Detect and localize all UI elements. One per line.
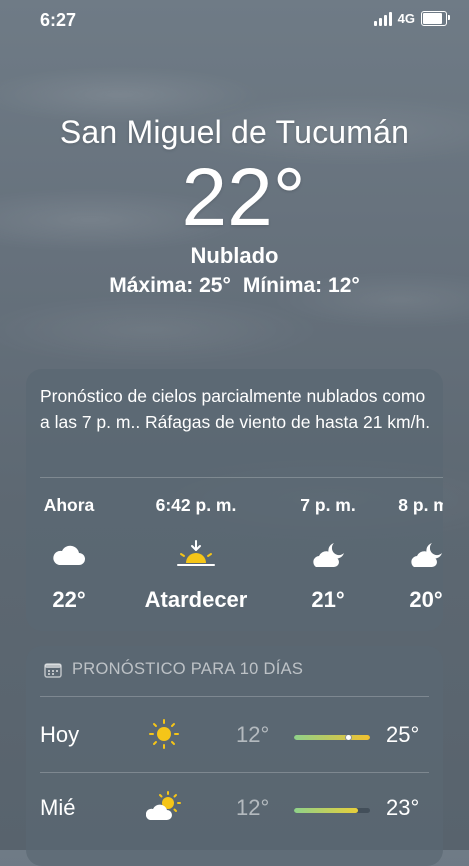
hour-temp: 22° xyxy=(52,587,86,612)
daily-header-label: PRONÓSTICO PARA 10 DÍAS xyxy=(72,660,304,678)
calendar-icon xyxy=(44,662,62,678)
battery-fill xyxy=(423,13,442,24)
temp-range-fill xyxy=(294,735,370,740)
day-low: 12° xyxy=(236,722,270,747)
hour-item[interactable]: 6:42 p. m. Atardecer xyxy=(134,495,258,613)
hour-item[interactable]: 8 p. m. 20° xyxy=(390,495,443,613)
sun-icon xyxy=(149,719,179,749)
signal-icon xyxy=(373,11,392,26)
hour-label: 6:42 p. m. xyxy=(155,495,237,515)
hour-temp: Atardecer xyxy=(144,587,248,612)
day-name: Mié xyxy=(40,795,76,820)
high-low: Máxima: 25° Mínima: 12° xyxy=(0,272,469,300)
daily-header: PRONÓSTICO PARA 10 DÍAS xyxy=(44,660,303,679)
hour-label: Ahora xyxy=(43,495,95,515)
cloud-icon xyxy=(53,545,85,565)
daily-forecast-card[interactable]: PRONÓSTICO PARA 10 DÍAS Hoy 12° 25° Mié xyxy=(26,646,443,866)
cloud-moon-icon xyxy=(411,543,442,567)
temp-range-fill xyxy=(294,808,358,813)
temp-range-bar xyxy=(294,808,370,813)
network-type: 4G xyxy=(397,11,415,26)
day-high: 25° xyxy=(386,722,420,747)
battery-icon xyxy=(421,11,450,26)
hour-label: 7 p. m. xyxy=(300,495,356,515)
divider xyxy=(40,696,429,697)
hour-temp: 20° xyxy=(409,587,443,612)
day-row[interactable]: Hoy 12° 25° xyxy=(26,700,443,772)
day-name: Hoy xyxy=(40,722,80,747)
cloud-moon-icon xyxy=(313,543,344,567)
hour-label: 8 p. m. xyxy=(398,495,443,515)
hourly-forecast-card[interactable]: Pronóstico de cielos parcialmente nublad… xyxy=(26,369,443,631)
high-temp: Máxima: 25° xyxy=(109,274,231,297)
hour-temp: 21° xyxy=(311,587,345,612)
sunset-icon xyxy=(177,540,215,566)
low-temp: Mínima: 12° xyxy=(242,274,360,297)
sun-cloud-icon xyxy=(146,791,181,820)
divider xyxy=(40,477,443,478)
forecast-summary: Pronóstico de cielos parcialmente nublad… xyxy=(40,386,431,432)
day-high: 23° xyxy=(386,795,420,820)
current-temp-marker xyxy=(345,735,352,740)
current-condition: Nublado xyxy=(190,243,279,268)
status-time: 6:27 xyxy=(40,10,77,30)
day-low: 12° xyxy=(236,795,270,820)
status-bar: 6:27 4G xyxy=(0,0,469,40)
status-indicators: 4G xyxy=(373,11,450,26)
temp-range-bar xyxy=(294,735,370,740)
current-conditions: San Miguel de Tucumán 22° Nublado Máxima… xyxy=(0,110,469,300)
hour-item[interactable]: 7 p. m. 21° xyxy=(292,495,364,613)
day-row[interactable]: Mié 12° 23° xyxy=(26,773,443,845)
hour-item[interactable]: Ahora 22° xyxy=(40,495,98,613)
city-name: San Miguel de Tucumán xyxy=(59,114,410,150)
current-temperature: 22° xyxy=(181,152,306,243)
